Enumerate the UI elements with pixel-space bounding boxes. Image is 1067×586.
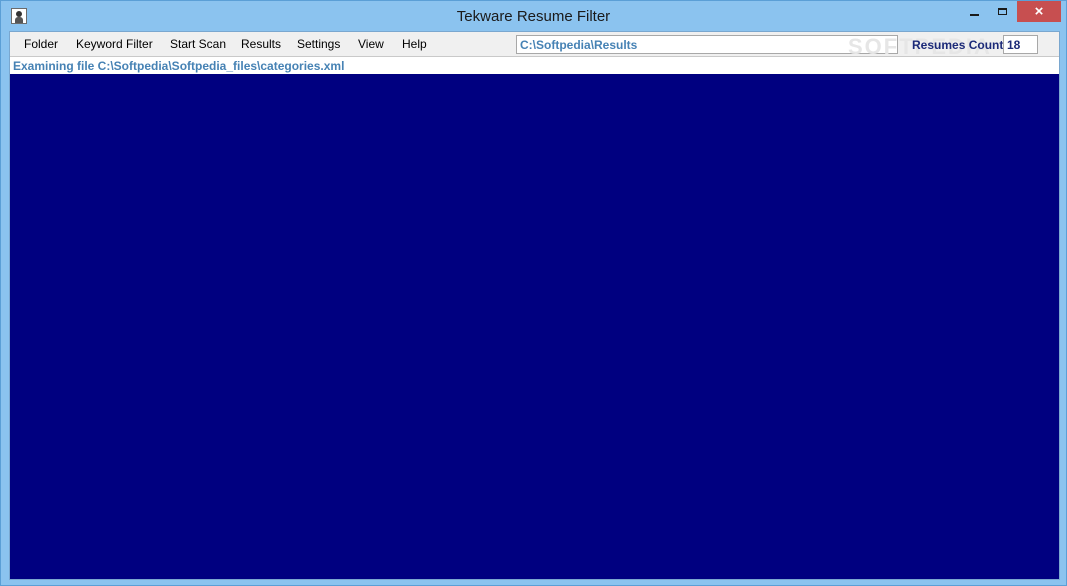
menu-bar: Folder Keyword Filter Start Scan Results…	[10, 32, 1059, 59]
window-title: Tekware Resume Filter	[456, 8, 611, 25]
close-icon: ×	[1034, 3, 1044, 20]
resumes-count-field[interactable]: 18	[1003, 35, 1038, 54]
menu-folder[interactable]: Folder	[22, 37, 60, 51]
minimize-icon	[970, 13, 979, 16]
scan-status-text: Examining file C:\Softpedia\Softpedia_fi…	[10, 56, 1059, 74]
results-path-field[interactable]: C:\Softpedia\Results	[516, 35, 898, 54]
menu-results[interactable]: Results	[239, 37, 283, 51]
menu-keyword-filter[interactable]: Keyword Filter	[74, 37, 155, 51]
menu-help[interactable]: Help	[400, 37, 429, 51]
menu-start-scan[interactable]: Start Scan	[168, 37, 228, 51]
title-bar[interactable]: Tekware Resume Filter ×	[1, 1, 1066, 31]
maximize-button[interactable]	[989, 1, 1016, 22]
output-panel[interactable]	[10, 74, 1059, 579]
resumes-count-label: Resumes Count	[912, 38, 1004, 52]
maximize-icon	[998, 8, 1007, 15]
app-window: Tekware Resume Filter × Folder Keyword F…	[0, 0, 1067, 586]
close-button[interactable]: ×	[1017, 1, 1061, 22]
minimize-button[interactable]	[961, 1, 988, 22]
menu-view[interactable]: View	[356, 37, 386, 51]
client-area: Folder Keyword Filter Start Scan Results…	[9, 31, 1060, 580]
menu-settings[interactable]: Settings	[295, 37, 342, 51]
